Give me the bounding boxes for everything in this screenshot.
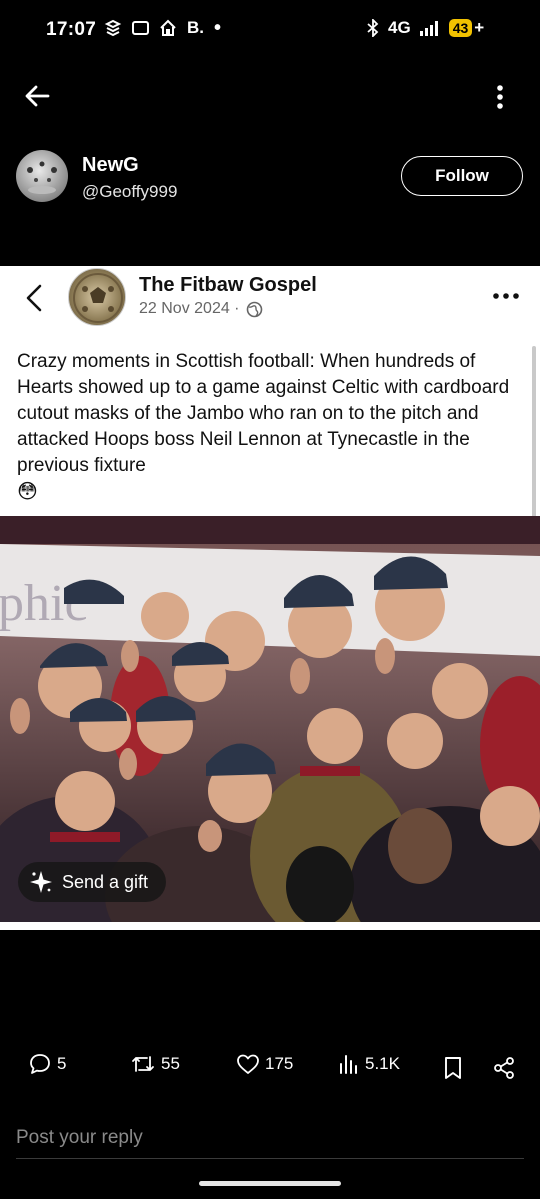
post-text: Crazy moments in Scottish football: When…	[17, 349, 517, 506]
post-date-text: 22 Nov 2024 ·	[139, 300, 240, 317]
carrier-text: B.	[187, 18, 204, 37]
more-options-icon[interactable]	[490, 82, 510, 114]
post-text-body: Crazy moments in Scottish football: When…	[17, 351, 510, 476]
repost-button[interactable]: 55	[130, 1052, 180, 1076]
status-time: 17:07	[46, 19, 97, 40]
views-button[interactable]: 5.1K	[338, 1052, 400, 1076]
status-right: 4G 43 +	[366, 18, 484, 38]
network-type: 4G	[388, 18, 411, 37]
views-icon	[340, 1055, 357, 1074]
reply-input[interactable]	[16, 1118, 524, 1159]
heart-icon	[237, 1054, 259, 1074]
page-name: The Fitbaw Gospel	[139, 274, 317, 296]
gift-sparkle-icon	[30, 871, 52, 893]
reply-count: 5	[57, 1054, 67, 1073]
like-count: 175	[265, 1054, 294, 1073]
reply-button[interactable]: 5	[28, 1052, 66, 1076]
status-left-icons: B. •	[104, 18, 221, 38]
send-gift-label: Send a gift	[62, 871, 149, 892]
share-icon[interactable]	[492, 1056, 516, 1080]
repost-count: 55	[161, 1054, 180, 1073]
back-arrow-icon[interactable]	[22, 80, 54, 112]
avatar[interactable]	[16, 150, 68, 202]
globe-icon	[246, 301, 262, 317]
signal-icon	[419, 21, 438, 36]
dot-icon: •	[214, 17, 222, 39]
reply-icon	[30, 1054, 50, 1074]
follow-button[interactable]: Follow	[401, 156, 523, 196]
view-count: 5.1K	[365, 1054, 400, 1073]
display-name[interactable]: NewG	[82, 154, 139, 177]
embed-more-icon	[493, 293, 519, 299]
home-indicator[interactable]	[199, 1181, 341, 1186]
user-handle[interactable]: @Geoffy999	[82, 182, 177, 202]
notification-icon	[104, 19, 122, 37]
page-avatar	[68, 268, 126, 326]
charging-icon: +	[474, 18, 485, 37]
action-bar: 5 55 175 5.1K	[0, 1052, 540, 1086]
avatar-image-icon	[27, 161, 57, 194]
repost-icon	[132, 1056, 154, 1072]
flushed-emoji: 😳	[17, 481, 38, 503]
post-date: 22 Nov 2024 ·	[139, 300, 263, 318]
bluetooth-icon	[367, 19, 379, 37]
embed-back-icon	[26, 284, 42, 312]
home-app-icon	[160, 19, 176, 36]
send-gift-button[interactable]: Send a gift	[18, 862, 166, 902]
status-bar: 17:07 B. • 4G 43 +	[0, 0, 540, 62]
battery-level: 43	[448, 19, 473, 37]
mail-icon	[132, 21, 149, 35]
football-logo-icon	[73, 273, 123, 323]
like-button[interactable]: 175	[236, 1052, 293, 1076]
bookmark-icon[interactable]	[442, 1056, 464, 1080]
